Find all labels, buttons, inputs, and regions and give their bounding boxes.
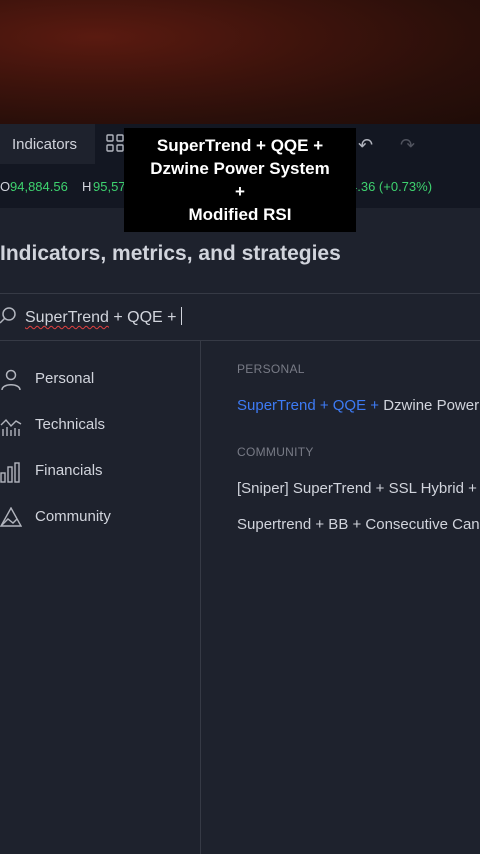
dialog-title: Indicators, metrics, and strategies xyxy=(0,242,341,265)
person-icon xyxy=(1,369,21,391)
overlay-line: Modified RSI xyxy=(188,205,292,224)
high-label: H xyxy=(82,179,92,194)
sidebar-item-label: Technicals xyxy=(35,416,106,433)
high-value: 95,57 xyxy=(93,179,126,194)
sidebar-item-label: Community xyxy=(35,508,111,525)
undo-icon[interactable]: ↶ xyxy=(358,135,373,156)
section-heading-community: COMMUNITY xyxy=(237,445,314,459)
sidebar-item-label: Financials xyxy=(35,462,103,479)
result-text: Dzwine Power System xyxy=(383,397,480,414)
overlay-line: Dzwine Power System xyxy=(150,159,330,178)
category-sidebar: Personal Technicals Financials Community xyxy=(0,341,201,854)
redo-icon[interactable]: ↷ xyxy=(400,135,415,156)
price-change: 4.36 (+0.73%) xyxy=(350,179,433,194)
tab-indicators-label: Indicators xyxy=(12,135,78,153)
open-value: 94,884.56 xyxy=(10,179,68,194)
financials-icon xyxy=(0,462,20,483)
result-item-community[interactable]: [Sniper] SuperTrend + SSL Hybrid + QQE xyxy=(237,480,480,497)
technicals-icon xyxy=(0,418,22,436)
match-highlight: + xyxy=(315,397,333,414)
sidebar-item-financials[interactable]: Financials xyxy=(0,453,200,489)
search-icon xyxy=(0,307,16,324)
sidebar-item-technicals[interactable]: Technicals xyxy=(0,407,200,443)
layout-grid-icon[interactable] xyxy=(106,134,124,152)
match-highlight: + xyxy=(366,397,384,414)
search-query-rest: + QQE + xyxy=(108,309,177,326)
sidebar-item-label: Personal xyxy=(35,370,95,387)
match-highlight: QQE xyxy=(332,397,367,414)
sidebar-item-community[interactable]: Community xyxy=(0,499,200,535)
result-item-community[interactable]: Supertrend + BB + Consecutive Candles xyxy=(237,516,480,533)
text-caret xyxy=(180,307,182,325)
open-label: O xyxy=(0,179,11,194)
sidebar-item-personal[interactable]: Personal xyxy=(0,361,200,397)
search-results: PERSONAL SuperTrend + QQE + Dzwine Power… xyxy=(201,341,480,854)
overlay-line: SuperTrend + QQE + xyxy=(156,136,324,155)
section-heading-personal: PERSONAL xyxy=(237,362,305,376)
result-item-personal[interactable]: SuperTrend + QQE + Dzwine Power System xyxy=(237,397,480,414)
tab-indicators[interactable]: Indicators xyxy=(0,124,95,164)
screen: Indicators ↶ ↷ O 94,884.56 H 95,57 4.36 … xyxy=(0,0,480,854)
search-query-word: SuperTrend xyxy=(25,309,109,326)
video-title-overlay: SuperTrend + QQE + Dzwine Power System +… xyxy=(124,128,356,232)
match-highlight: SuperTrend xyxy=(237,397,316,414)
overlay-line: + xyxy=(235,182,245,201)
video-background xyxy=(0,0,480,124)
search-query[interactable]: SuperTrend + QQE + xyxy=(25,307,182,327)
indicators-dialog: Indicators, metrics, and strategies Supe… xyxy=(0,208,480,854)
community-icon xyxy=(0,507,22,527)
search-input[interactable]: SuperTrend + QQE + xyxy=(0,294,480,340)
